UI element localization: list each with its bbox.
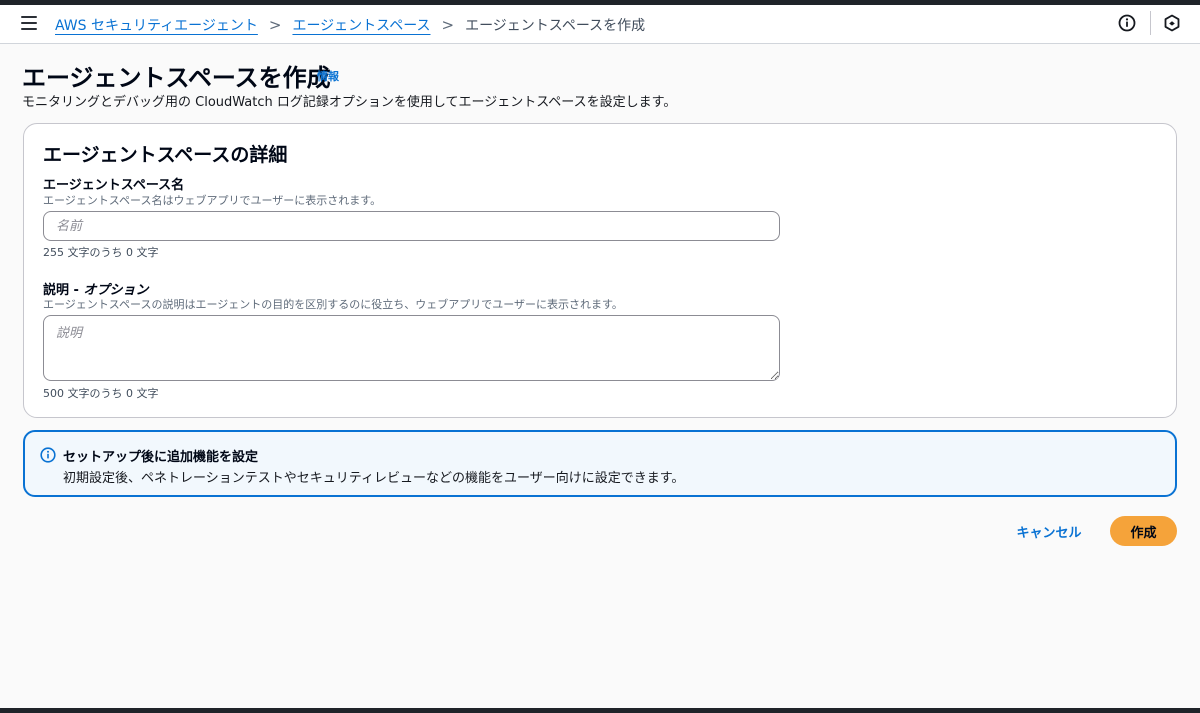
breadcrumb: AWS セキュリティエージェント > エージェントスペース > エージェントスペ… xyxy=(55,15,645,35)
chevron-right-icon: > xyxy=(441,16,455,34)
description-char-count: 500 文字のうち 0 文字 xyxy=(43,387,159,400)
window-bottom-edge xyxy=(0,708,1200,713)
breadcrumb-item-agent-spaces[interactable]: エージェントスペース xyxy=(292,15,430,35)
info-circle-icon[interactable] xyxy=(1118,14,1136,32)
top-navigation: AWS セキュリティエージェント > エージェントスペース > エージェントスペ… xyxy=(0,5,1200,44)
info-link[interactable]: 情報 xyxy=(317,68,339,84)
card-title: エージェントスペースの詳細 xyxy=(43,144,288,166)
breadcrumb-item-current: エージェントスペースを作成 xyxy=(465,18,646,34)
breadcrumb-item-security-agent[interactable]: AWS セキュリティエージェント xyxy=(55,15,258,35)
header-divider xyxy=(1150,11,1151,35)
info-alert: セットアップ後に追加機能を設定 初期設定後、ペネトレーションテストやセキュリティ… xyxy=(23,430,1177,497)
alert-body: 初期設定後、ペネトレーションテストやセキュリティレビューなどの機能をユーザー向け… xyxy=(63,471,685,486)
name-field-label: エージェントスペース名 xyxy=(43,178,185,193)
hexagon-icon[interactable] xyxy=(1163,14,1181,32)
name-field-hint: エージェントスペース名はウェブアプリでユーザーに表示されます。 xyxy=(43,194,382,207)
create-button[interactable]: 作成 xyxy=(1110,516,1177,546)
name-input[interactable] xyxy=(43,211,780,241)
description-textarea[interactable] xyxy=(43,315,780,381)
details-card: エージェントスペースの詳細 エージェントスペース名 エージェントスペース名はウェ… xyxy=(23,123,1177,418)
cancel-button[interactable]: キャンセル xyxy=(1005,517,1093,545)
name-char-count: 255 文字のうち 0 文字 xyxy=(43,246,159,259)
info-circle-icon xyxy=(40,447,56,463)
description-field-hint: エージェントスペースの説明はエージェントの目的を区別するのに役立ち、ウェブアプリ… xyxy=(43,298,623,311)
page-title: エージェントスペースを作成 xyxy=(22,64,331,92)
alert-title: セットアップ後に追加機能を設定 xyxy=(63,450,259,465)
chevron-right-icon: > xyxy=(268,16,282,34)
menu-icon[interactable] xyxy=(21,16,37,30)
page-description: モニタリングとデバッグ用の CloudWatch ログ記録オプションを使用してエ… xyxy=(22,95,677,110)
